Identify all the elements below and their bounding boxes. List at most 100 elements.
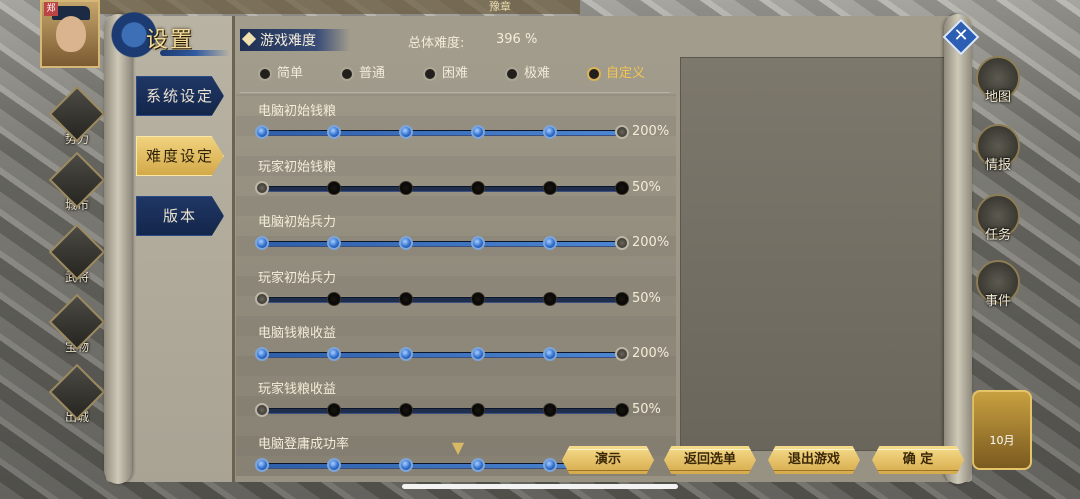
slider-value: 50% <box>632 401 661 417</box>
right-menu-map[interactable]: 地图 <box>966 56 1030 118</box>
slider-knob[interactable] <box>399 458 413 472</box>
divider <box>240 92 670 93</box>
difficulty-option-extreme[interactable]: 极难 <box>505 65 550 83</box>
slider-label: 玩家钱粮收益 <box>258 381 337 397</box>
difficulty-option-normal[interactable]: 普通 <box>340 65 385 83</box>
side-menu-treasure[interactable]: 宝物 <box>48 293 106 364</box>
slider-knob[interactable] <box>615 236 629 250</box>
slider-knob[interactable] <box>471 291 485 306</box>
side-menu-sortie[interactable]: 出城 <box>48 363 106 434</box>
right-menu-label: 情报 <box>984 158 1011 173</box>
button-label: 退出游戏 <box>787 452 840 467</box>
button-label: 演示 <box>594 452 621 467</box>
slider-knob[interactable] <box>543 125 557 139</box>
tab-difficulty-settings[interactable]: 难度设定 <box>136 136 224 176</box>
slider-fill <box>262 353 622 357</box>
slider-track[interactable] <box>255 180 629 195</box>
slider-value: 200% <box>632 124 670 139</box>
slider-knob[interactable] <box>543 291 557 306</box>
overall-difficulty-value: 396 % <box>496 32 538 47</box>
slider-knob[interactable] <box>399 402 413 417</box>
slider-knob[interactable] <box>399 180 413 195</box>
difficulty-option-custom[interactable]: 自定义 <box>587 65 645 83</box>
difficulty-option-easy[interactable]: 简单 <box>258 65 303 83</box>
radio-icon <box>258 66 272 81</box>
slider-knob[interactable] <box>399 125 413 139</box>
slider-knob[interactable] <box>327 402 341 417</box>
slider-knob[interactable] <box>399 236 413 250</box>
slider-knob[interactable] <box>255 180 269 195</box>
slider-track[interactable] <box>255 236 629 250</box>
slider-knob[interactable] <box>543 458 557 472</box>
slider-knob[interactable] <box>471 402 485 417</box>
scroll-roller-right <box>944 14 972 484</box>
slider-knob[interactable] <box>471 236 485 250</box>
radio-icon <box>340 66 354 81</box>
slider-knob[interactable] <box>615 180 629 195</box>
slider-knob[interactable] <box>327 347 341 361</box>
scroll-down-icon[interactable]: ▼ <box>444 440 472 456</box>
slider-knob[interactable] <box>327 458 341 472</box>
slider-knob[interactable] <box>471 180 485 195</box>
slider-knob[interactable] <box>543 347 557 361</box>
slider-knob[interactable] <box>327 180 341 195</box>
radio-icon <box>505 66 519 81</box>
character-portrait[interactable]: 郑 <box>40 0 100 68</box>
faction-tag: 郑 <box>44 2 58 16</box>
slider-knob[interactable] <box>615 402 629 417</box>
slider-knob[interactable] <box>255 125 269 139</box>
slider-track[interactable] <box>255 402 629 417</box>
radio-label: 简单 <box>277 66 304 81</box>
slider-knob[interactable] <box>471 458 485 472</box>
slider-knob[interactable] <box>327 236 341 250</box>
portrait-face <box>56 16 86 52</box>
slider-knob[interactable] <box>471 347 485 361</box>
slider-label: 电脑钱粮收益 <box>258 326 337 341</box>
button-label: 返回选单 <box>683 452 736 467</box>
slider-track[interactable] <box>255 291 629 306</box>
slider-knob[interactable] <box>255 291 269 306</box>
side-menu-city[interactable]: 城市 <box>48 151 106 222</box>
slider-fill <box>262 131 622 135</box>
slider-knob[interactable] <box>615 125 629 139</box>
home-indicator[interactable] <box>402 484 678 489</box>
slider-knob[interactable] <box>255 347 269 361</box>
tab-version[interactable]: 版本 <box>136 196 224 236</box>
slider-value: 50% <box>632 290 661 306</box>
slider-knob[interactable] <box>255 402 269 417</box>
slider-track[interactable] <box>255 347 629 361</box>
slider-track[interactable] <box>255 125 629 139</box>
radio-icon <box>587 66 601 81</box>
slider-fill <box>262 242 622 246</box>
slider-knob[interactable] <box>399 291 413 306</box>
side-menu-generals[interactable]: 武将 <box>48 223 106 294</box>
slider-knob[interactable] <box>255 236 269 250</box>
slider-knob[interactable] <box>615 347 629 361</box>
slider-knob[interactable] <box>615 291 629 306</box>
right-menu-label: 事件 <box>984 294 1011 309</box>
slider-knob[interactable] <box>543 236 557 250</box>
right-menu-intel[interactable]: 情报 <box>966 124 1030 186</box>
difficulty-option-hard[interactable]: 困难 <box>423 65 468 83</box>
side-menu-faction[interactable]: 势力 <box>48 85 106 156</box>
month-badge[interactable]: 10月 <box>972 390 1032 470</box>
back-to-menu-button[interactable]: 返回选单 <box>664 446 756 474</box>
confirm-button[interactable]: 确 定 <box>872 446 964 474</box>
slider-knob[interactable] <box>543 180 557 195</box>
slider-knob[interactable] <box>255 458 269 472</box>
slider-knob[interactable] <box>327 125 341 139</box>
tab-system-settings[interactable]: 系统设定 <box>136 76 224 116</box>
right-menu-task[interactable]: 任务 <box>966 194 1030 256</box>
demo-button[interactable]: 演示 <box>562 446 654 474</box>
slider-knob[interactable] <box>327 291 341 306</box>
slider-knob[interactable] <box>399 347 413 361</box>
slider-knob[interactable] <box>543 402 557 417</box>
slider-knob[interactable] <box>471 125 485 139</box>
button-label: 确 定 <box>902 452 934 467</box>
region-label: 豫章 <box>489 0 511 13</box>
right-menu-event[interactable]: 事件 <box>966 260 1030 322</box>
radio-icon <box>423 66 437 81</box>
slider-label: 电脑登庸成功率 <box>258 437 350 452</box>
exit-game-button[interactable]: 退出游戏 <box>768 446 860 474</box>
radio-label: 自定义 <box>606 66 646 81</box>
